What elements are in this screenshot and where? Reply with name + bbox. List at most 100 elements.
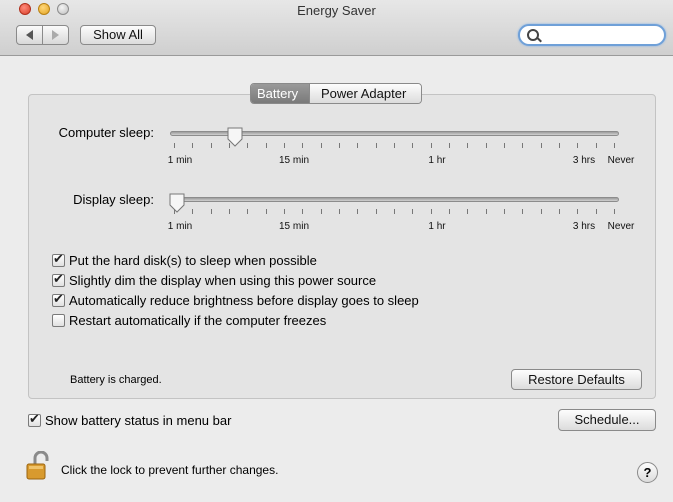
battery-status-text: Battery is charged. (70, 374, 162, 386)
slider-tick-mark (485, 143, 487, 148)
slider-tick-mark (430, 143, 432, 148)
schedule-button[interactable]: Schedule... (558, 409, 656, 431)
slider-tick-mark (284, 143, 285, 148)
window-title: Energy Saver (297, 3, 376, 18)
search-icon (527, 29, 539, 41)
slider-tick-mark (522, 209, 524, 214)
computer-sleep-label: Computer sleep: (58, 125, 154, 140)
slider-tick-mark (394, 209, 395, 214)
slider-tick-mark (265, 143, 267, 148)
slider-tick-mark (302, 209, 304, 214)
slider-tick-mark (394, 143, 395, 148)
display-sleep-tick-label: 15 min (278, 221, 310, 232)
slider-tick-mark (540, 209, 542, 214)
slider-tick-mark (449, 143, 450, 148)
slider-tick-mark (614, 143, 615, 148)
computer-sleep-tick-label: 1 hr (428, 155, 446, 166)
option-label: Slightly dim the display when using this… (69, 272, 377, 288)
display-sleep-tick-label: 1 hr (428, 221, 446, 232)
option-dim-display[interactable]: Slightly dim the display when using this… (52, 271, 377, 288)
slider-tick-mark (504, 143, 505, 148)
search-field[interactable] (518, 24, 666, 46)
slider-tick-mark (265, 209, 267, 214)
computer-sleep-tick-label: Never (607, 155, 635, 166)
slider-tick-mark (595, 209, 597, 214)
option-restart-on-freeze[interactable]: Restart automatically if the computer fr… (52, 312, 326, 328)
slider-tick-mark (357, 209, 359, 214)
slider-tick-mark (522, 143, 524, 148)
back-arrow-icon (26, 30, 33, 40)
slider-tick-mark (192, 143, 194, 148)
display-sleep-label: Display sleep: (73, 192, 154, 207)
help-button[interactable]: ? (637, 462, 658, 483)
slider-tick-mark (339, 143, 340, 148)
slider-tick-mark (320, 143, 322, 148)
slider-tick-mark (467, 143, 469, 148)
forward-button[interactable] (42, 26, 68, 44)
computer-sleep-tick-label: 1 min (167, 155, 193, 166)
slider-tick-mark (229, 143, 230, 148)
checkbox-checked-icon[interactable] (28, 411, 41, 427)
slider-tick-mark (467, 209, 469, 214)
display-sleep-tick-label: 3 hrs (572, 221, 596, 232)
slider-tick-mark (485, 209, 487, 214)
checkbox-unchecked-icon[interactable] (52, 313, 65, 327)
slider-tick-mark (320, 209, 322, 214)
back-forward-buttons (16, 25, 69, 45)
checkbox-checked-icon[interactable] (52, 291, 65, 307)
slider-tick-mark (614, 209, 615, 214)
slider-tick-mark (174, 143, 175, 148)
option-label: Automatically reduce brightness before d… (69, 292, 419, 308)
show-all-button[interactable]: Show All (80, 25, 156, 45)
slider-tick-mark (247, 143, 249, 148)
lock-instruction-text: Click the lock to prevent further change… (61, 463, 279, 477)
search-input[interactable] (542, 27, 662, 45)
display-sleep-tick-label: 1 min (167, 221, 193, 232)
unlocked-padlock-icon[interactable] (26, 450, 52, 481)
display-sleep-slider-track[interactable] (170, 197, 619, 202)
slider-tick-mark (595, 143, 597, 148)
slider-tick-mark (412, 209, 414, 214)
slider-tick-mark (302, 143, 304, 148)
slider-tick-mark (577, 209, 579, 214)
slider-tick-mark (192, 209, 194, 214)
option-reduce-brightness[interactable]: Automatically reduce brightness before d… (52, 291, 419, 308)
energy-saver-window: Energy Saver Show All Battery Power Adap… (0, 0, 673, 502)
slider-tick-mark (577, 143, 579, 148)
forward-arrow-icon (52, 30, 59, 40)
slider-tick-mark (375, 209, 377, 214)
power-source-tabs: Battery Power Adapter (250, 83, 422, 104)
slider-tick-mark (357, 143, 359, 148)
tab-battery[interactable]: Battery (251, 84, 309, 103)
slider-tick-mark (559, 143, 560, 148)
tab-power-adapter[interactable]: Power Adapter (309, 84, 421, 103)
slider-tick-mark (559, 209, 560, 214)
slider-tick-mark (375, 143, 377, 148)
slider-tick-mark (449, 209, 450, 214)
slider-tick-mark (210, 143, 212, 148)
checkbox-checked-icon[interactable] (52, 271, 65, 287)
slider-tick-mark (412, 143, 414, 148)
checkbox-checked-icon[interactable] (52, 251, 65, 267)
option-label: Put the hard disk(s) to sleep when possi… (69, 252, 317, 268)
option-hard-disk-sleep[interactable]: Put the hard disk(s) to sleep when possi… (52, 251, 317, 268)
slider-tick-mark (339, 209, 340, 214)
toolbar: Energy Saver Show All (0, 0, 673, 56)
slider-tick-mark (430, 209, 432, 214)
option-label: Restart automatically if the computer fr… (69, 312, 327, 328)
back-button[interactable] (17, 26, 42, 44)
computer-sleep-tick-label: 3 hrs (572, 155, 596, 166)
slider-tick-mark (210, 209, 212, 214)
slider-tick-mark (174, 209, 175, 214)
slider-tick-mark (284, 209, 285, 214)
option-label: Show battery status in menu bar (45, 412, 232, 428)
slider-tick-mark (247, 209, 249, 214)
show-battery-status-option[interactable]: Show battery status in menu bar (28, 411, 232, 428)
computer-sleep-tick-label: 15 min (278, 155, 310, 166)
display-sleep-slider-knob[interactable] (169, 193, 185, 213)
restore-defaults-button[interactable]: Restore Defaults (511, 369, 642, 390)
slider-tick-mark (504, 209, 505, 214)
display-sleep-tick-label: Never (607, 221, 635, 232)
slider-tick-mark (229, 209, 230, 214)
slider-tick-mark (540, 143, 542, 148)
